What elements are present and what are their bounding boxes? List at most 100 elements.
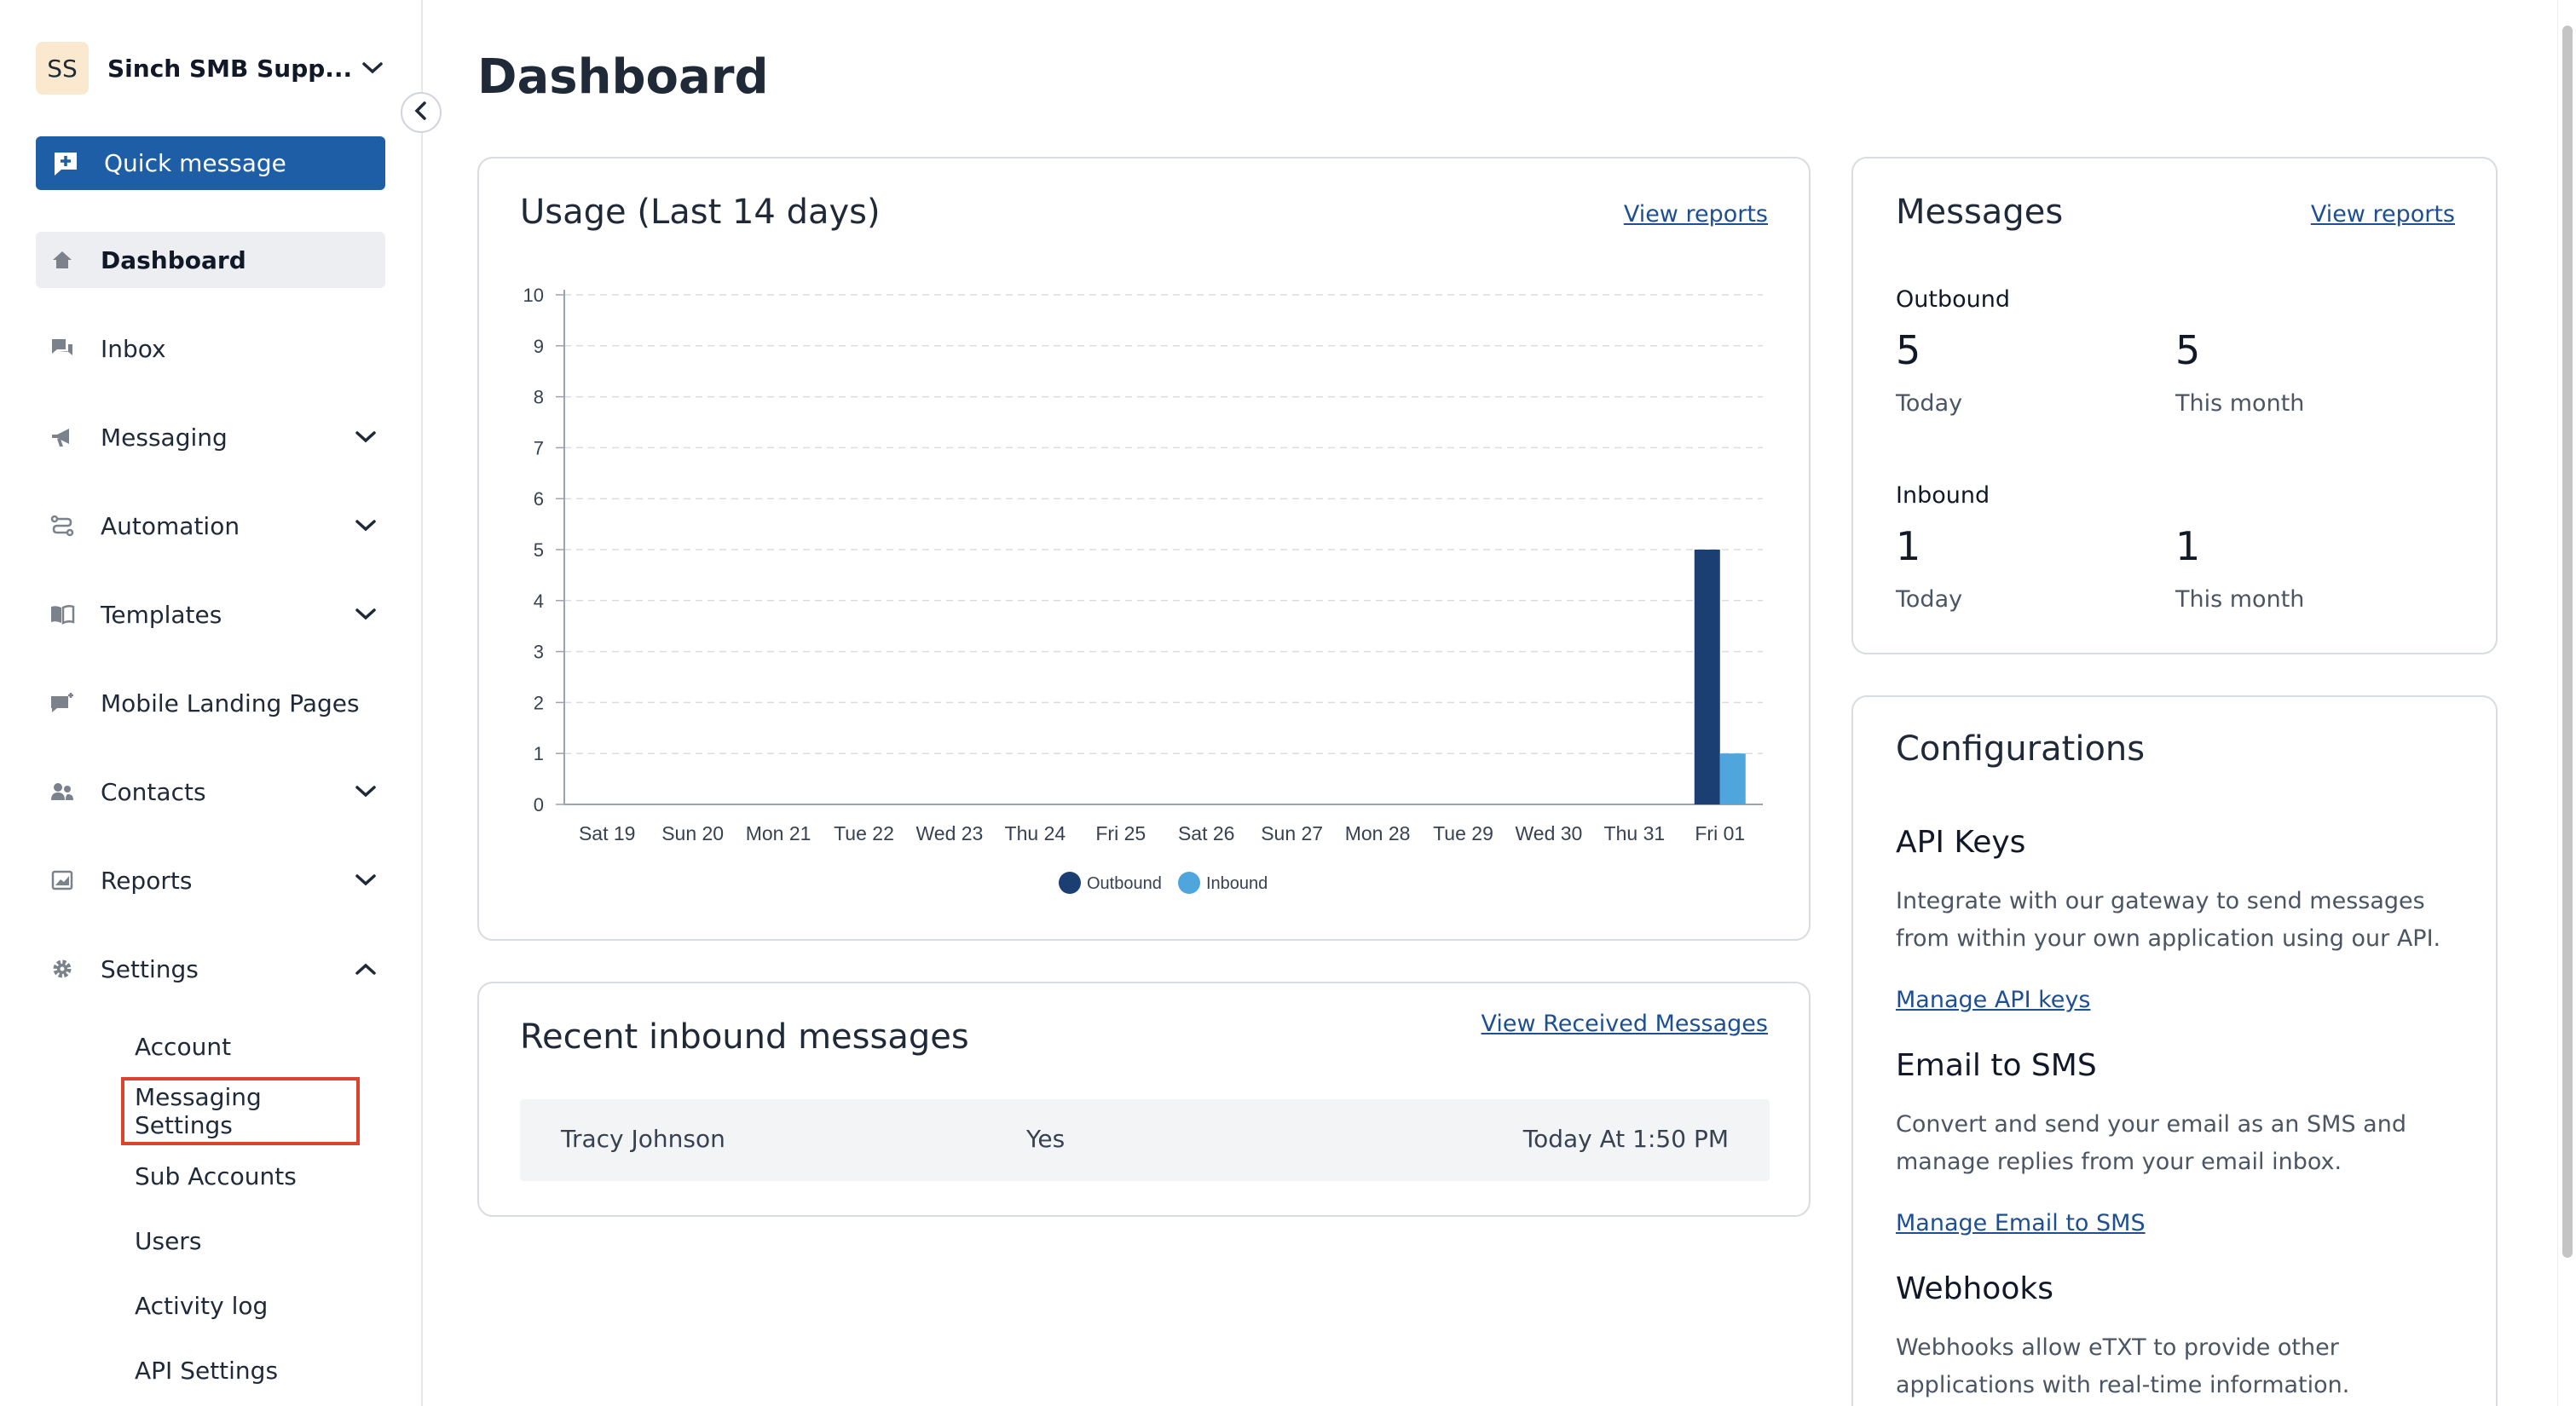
sidebar-item-label: Reports (101, 866, 193, 895)
sidebar-item-label: Contacts (101, 777, 206, 806)
configurations-card: Configurations API Keys Integrate with o… (1851, 695, 2498, 1406)
page-title: Dashboard (477, 49, 769, 105)
y-tick-label: 7 (534, 437, 544, 458)
chevron-down-icon (353, 513, 378, 539)
inbound-today-count: 1 (1896, 523, 1921, 569)
landing-page-icon (48, 689, 77, 717)
x-tick-label: Sat 19 (579, 822, 636, 844)
page-scrollbar[interactable] (2557, 0, 2576, 1406)
sidebar-item-mobile-landing-pages[interactable]: Mobile Landing Pages (36, 675, 385, 731)
sidebar-item-dashboard[interactable]: Dashboard (36, 232, 385, 288)
email-to-sms-heading: Email to SMS (1896, 1048, 2097, 1083)
this-month-label: This month (2175, 586, 2305, 613)
main-nav: Dashboard Inbox Messaging Automation Tem… (36, 232, 385, 1029)
x-tick-label: Fri 25 (1095, 822, 1146, 844)
sidebar-item-label: Mobile Landing Pages (101, 689, 360, 717)
y-tick-label: 1 (534, 743, 544, 764)
x-tick-label: Mon 21 (746, 822, 811, 844)
message-time: Today At 1:50 PM (1522, 1125, 1729, 1153)
sidebar-item-contacts[interactable]: Contacts (36, 764, 385, 820)
x-tick-label: Thu 31 (1604, 822, 1666, 844)
configurations-title: Configurations (1896, 729, 2146, 769)
chevron-down-icon (353, 867, 378, 893)
sidebar-item-label: Dashboard (101, 245, 246, 274)
usage-chart: 0 1 2 3 4 5 6 7 8 9 10 Sat 19 Sun 20 Mon 21 Tue 22 Wed … (523, 285, 1763, 894)
legend-marker-outbound (1059, 872, 1081, 894)
y-tick-label: 5 (534, 539, 544, 561)
sender-name: Tracy Johnson (561, 1125, 725, 1153)
sidebar-item-settings[interactable]: Settings (36, 941, 385, 997)
chevron-left-icon (413, 101, 429, 124)
x-tick-label: Sat 26 (1178, 822, 1235, 844)
manage-api-keys-link[interactable]: Manage API keys (1896, 987, 2090, 1013)
org-avatar: SS (36, 42, 89, 95)
x-tick-label: Wed 30 (1515, 822, 1582, 844)
chevron-down-icon (353, 602, 378, 627)
sidebar-item-reports[interactable]: Reports (36, 852, 385, 908)
usage-title: Usage (Last 14 days) (520, 193, 881, 232)
sidebar-item-automation[interactable]: Automation (36, 498, 385, 554)
view-received-messages-link[interactable]: View Received Messages (1481, 1011, 1769, 1037)
x-tick-label: Sun 27 (1261, 822, 1323, 844)
legend-label-outbound: Outbound (1087, 874, 1162, 893)
inbound-month-count: 1 (2175, 523, 2201, 569)
subnav-users[interactable]: Users (123, 1208, 378, 1273)
subnav-account[interactable]: Account (123, 1014, 378, 1079)
this-month-label: This month (2175, 390, 2305, 417)
x-tick-label: Tue 22 (834, 822, 894, 844)
scrollbar-thumb[interactable] (2562, 26, 2573, 1258)
subnav-api-settings[interactable]: API Settings (123, 1338, 378, 1403)
workflow-icon (48, 511, 77, 540)
y-tick-label: 10 (523, 285, 544, 306)
api-keys-heading: API Keys (1896, 825, 2026, 860)
y-tick-label: 0 (534, 794, 544, 815)
email-to-sms-description: Convert and send your email as an SMS an… (1896, 1111, 2406, 1175)
x-tick-label: Wed 23 (915, 822, 983, 844)
sidebar-item-templates[interactable]: Templates (36, 586, 385, 642)
chevron-down-icon (360, 55, 385, 81)
usage-view-reports-link[interactable]: View reports (1624, 201, 1768, 228)
sidebar-item-label: Inbox (101, 334, 166, 363)
webhooks-heading: Webhooks (1896, 1271, 2053, 1306)
collapse-sidebar-button[interactable] (401, 92, 442, 133)
sidebar: SS Sinch SMB Supp... Quick message Dashb… (0, 0, 423, 1406)
sidebar-item-messaging[interactable]: Messaging (36, 409, 385, 465)
subnav-activity-log[interactable]: Activity log (123, 1273, 378, 1338)
legend-marker-inbound (1178, 872, 1200, 894)
y-tick-label: 6 (534, 488, 544, 510)
chevron-up-icon (353, 956, 378, 982)
chat-icon (48, 334, 77, 363)
sidebar-item-label: Automation (101, 511, 240, 540)
home-icon (48, 245, 77, 274)
quick-message-button[interactable]: Quick message (36, 136, 385, 190)
manage-email-to-sms-link[interactable]: Manage Email to SMS (1896, 1210, 2146, 1236)
y-tick-label: 9 (534, 336, 544, 357)
recent-inbound-title: Recent inbound messages (520, 1017, 969, 1057)
x-tick-label: Sun 20 (661, 822, 724, 844)
sidebar-item-label: Templates (101, 600, 222, 629)
subnav-sub-accounts[interactable]: Sub Accounts (123, 1144, 378, 1208)
x-tick-label: Tue 29 (1433, 822, 1493, 844)
x-tick-label: Fri 01 (1695, 822, 1745, 844)
today-label: Today (1896, 390, 1963, 417)
outbound-label: Outbound (1896, 286, 2010, 313)
y-tick-label: 2 (534, 692, 544, 713)
settings-subnav: Account Messaging Settings Sub Accounts … (121, 1014, 378, 1403)
bar-inbound (1719, 753, 1746, 804)
webhooks-description: Webhooks allow eTXT to provide other app… (1896, 1334, 2350, 1398)
book-icon (48, 600, 77, 629)
sidebar-item-inbox[interactable]: Inbox (36, 320, 385, 377)
table-row[interactable]: Tracy Johnson Yes Today At 1:50 PM (520, 1099, 1770, 1181)
message-status: Yes (1026, 1125, 1066, 1153)
y-tick-label: 8 (534, 387, 544, 408)
quick-message-label: Quick message (104, 149, 286, 177)
org-switcher[interactable]: SS Sinch SMB Supp... (36, 41, 385, 95)
subnav-messaging-settings[interactable]: Messaging Settings (121, 1077, 360, 1145)
chevron-down-icon (353, 424, 378, 450)
api-keys-description: Integrate with our gateway to send messa… (1896, 888, 2441, 952)
messages-view-reports-link[interactable]: View reports (2311, 201, 2455, 228)
inbound-label: Inbound (1896, 482, 1990, 509)
messages-card: Messages View reports Outbound 5 5 Today… (1851, 157, 2498, 654)
x-tick-label: Thu 24 (1005, 822, 1066, 844)
contacts-icon (48, 777, 77, 806)
